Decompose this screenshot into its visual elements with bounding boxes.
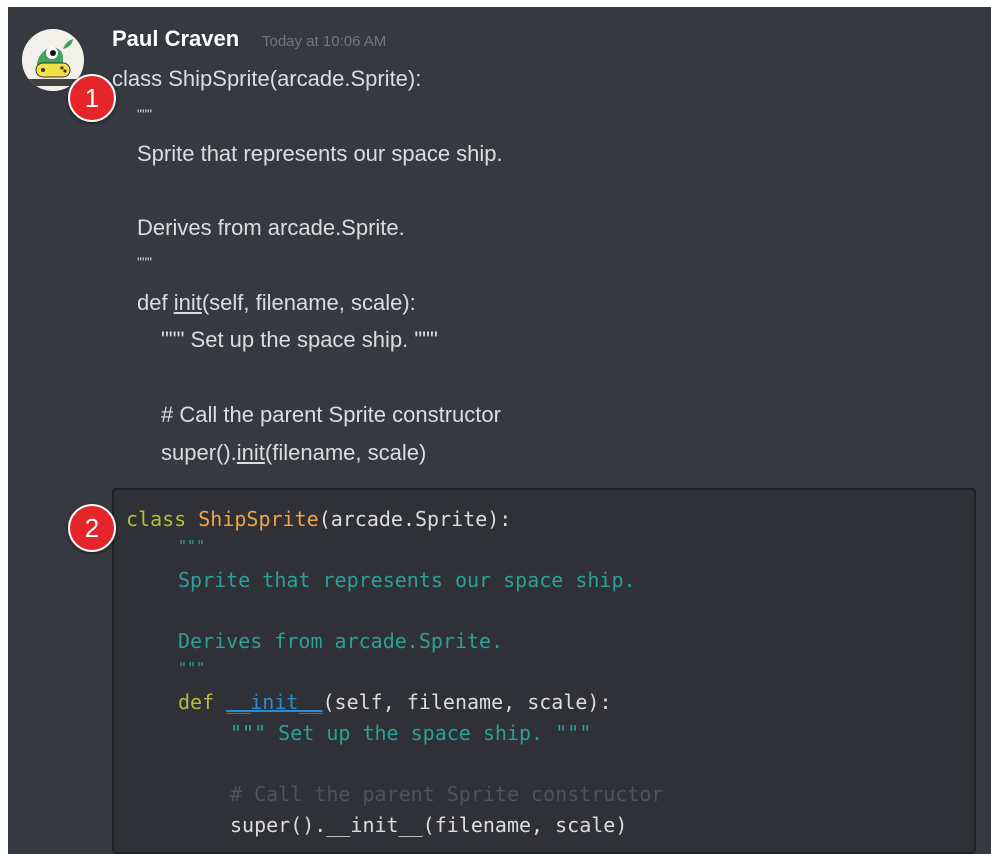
message-line: """ [137,254,152,270]
message-fragment: super(). [161,440,237,465]
code-line: """ Set up the space ship. """ [230,721,592,745]
code-line: """ [178,537,206,555]
message-line: """ [137,106,152,122]
message-fragment: def [137,290,174,315]
code-block[interactable]: class ShipSprite(arcade.Sprite): """ Spr… [112,488,976,854]
author-name[interactable]: Paul Craven [112,26,239,52]
message-line: Sprite that represents our space ship. [137,141,503,166]
message-line: Derives from arcade.Sprite. [137,215,405,240]
annotation-badge-1: 1 [68,74,116,122]
message-timestamp: Today at 10:06 AM [262,33,387,50]
code-line: def __init__(self, filename, scale): [178,690,611,714]
underlined-fragment: init [173,290,202,315]
keyword-token: class [126,507,187,531]
annotation-badge-2: 2 [68,504,116,552]
message-line: def init(self, filename, scale): [137,290,416,316]
underlined-fragment: init [236,440,265,465]
code-line: Sprite that represents our space ship. [178,568,636,592]
code-line: Derives from arcade.Sprite. [178,629,504,653]
code-comment-line: # Call the parent Sprite constructor [230,782,664,806]
message-line: super().init(filename, scale) [161,440,426,466]
message-fragment: (self, filename, scale): [201,290,416,315]
chat-message-frame: Paul Craven Today at 10:06 AM class Ship… [8,7,991,854]
code-line: super().__init__(filename, scale) [230,813,628,837]
class-name-token: ShipSprite [198,507,319,531]
code-line: """ [178,659,206,677]
code-token: (arcade.Sprite): [318,507,512,531]
function-name-token: __init__ [226,690,323,714]
code-line: class ShipSprite(arcade.Sprite): [126,507,511,531]
message-line: class ShipSprite(arcade.Sprite): [112,66,422,91]
code-token: (self, filename, scale): [322,690,612,714]
message-fragment: (filename, scale) [264,440,427,465]
keyword-token: def [178,690,215,714]
message-line: """ Set up the space ship. """ [161,327,438,352]
message-line: # Call the parent Sprite constructor [161,402,501,427]
